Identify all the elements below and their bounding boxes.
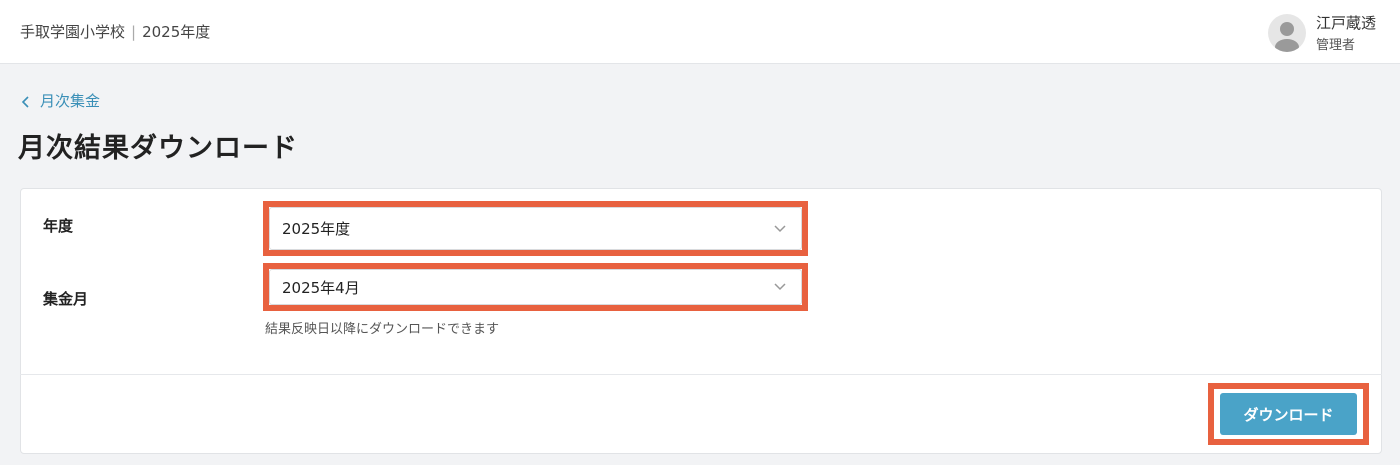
user-name: 江戸蔵透 <box>1316 14 1377 32</box>
user-role: 管理者 <box>1316 38 1356 53</box>
user-avatar-icon <box>1275 22 1299 52</box>
app-header: 手取学園小学校 | 2025年度 江戸蔵透 管理者 <box>0 0 1400 64</box>
avatar[interactable] <box>1268 14 1306 52</box>
month-select[interactable]: 2025年4月 <box>269 269 802 305</box>
download-hint: 結果反映日以降にダウンロードできます <box>265 322 500 337</box>
back-link-label[interactable]: 月次集金 <box>40 90 100 111</box>
year-select[interactable]: 2025年度 <box>269 207 802 250</box>
title-separator: | <box>131 23 137 41</box>
back-link[interactable]: 月次集金 <box>18 90 100 111</box>
chevron-down-icon <box>774 283 786 291</box>
school-year: 2025年度 <box>142 23 211 41</box>
page-title: 月次結果ダウンロード <box>18 133 298 164</box>
card-divider <box>20 374 1382 375</box>
month-label: 集金月 <box>43 290 89 308</box>
chevron-left-icon <box>21 95 29 108</box>
month-select-value: 2025年4月 <box>282 278 360 297</box>
chevron-down-icon <box>774 224 786 232</box>
year-label: 年度 <box>43 217 74 235</box>
year-select-value: 2025年度 <box>282 220 351 238</box>
download-button[interactable]: ダウンロード <box>1220 393 1357 435</box>
school-title: 手取学園小学校 | 2025年度 <box>20 21 210 42</box>
school-name: 手取学園小学校 <box>20 23 126 41</box>
